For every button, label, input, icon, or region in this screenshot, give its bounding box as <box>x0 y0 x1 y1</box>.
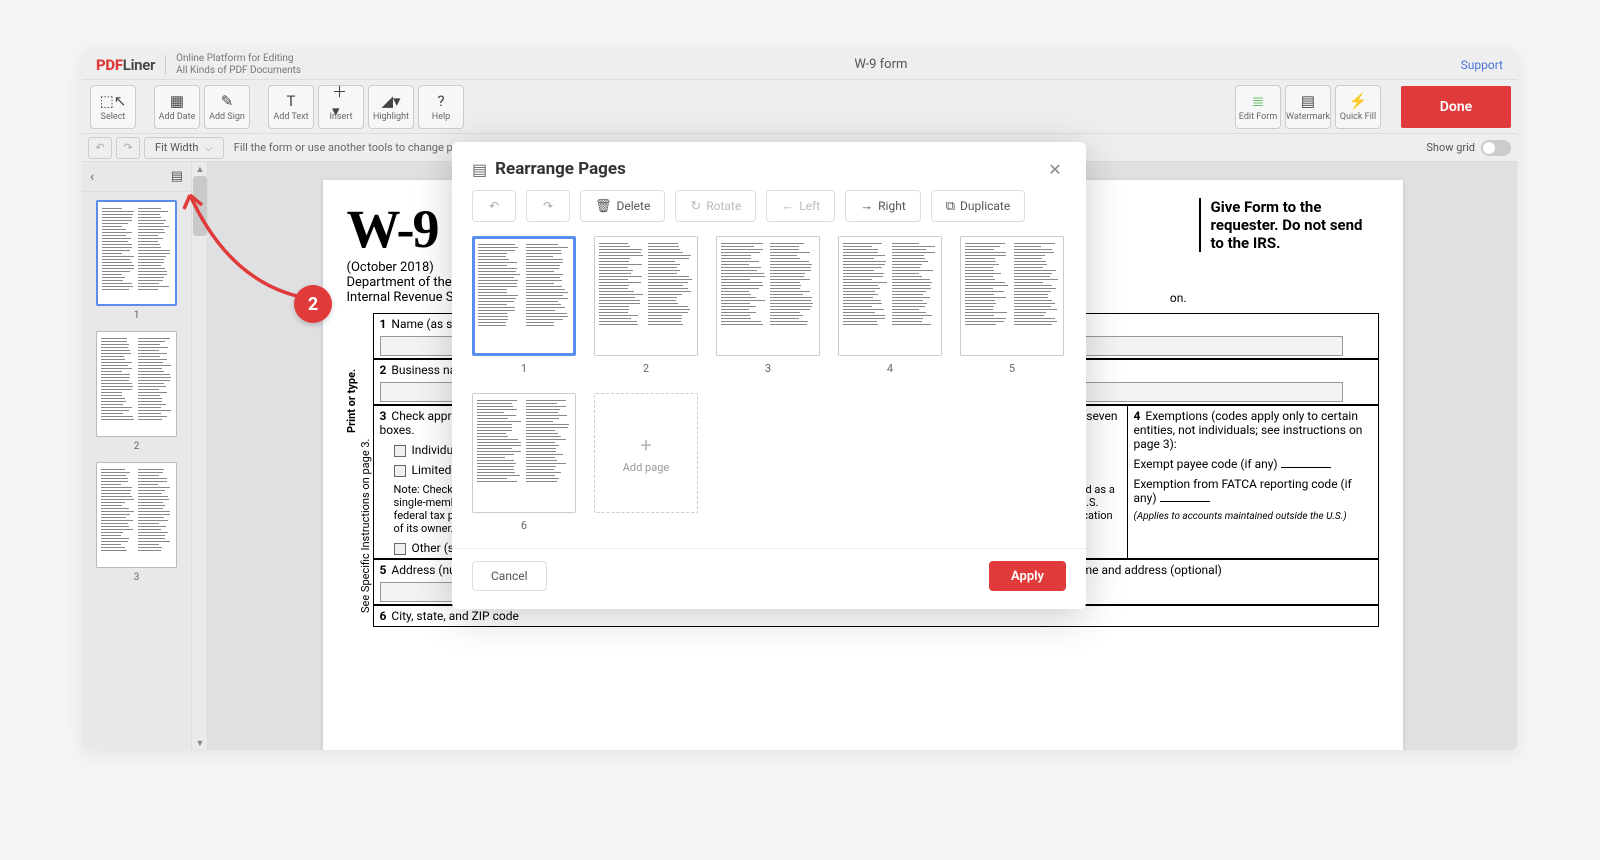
modal-toolbar: ↶ ↷ 🗑Delete ↻Rotate ←Left →Right ⧉Duplic… <box>452 190 1086 236</box>
rearrange-modal: ▤ Rearrange Pages ✕ ↶ ↷ 🗑Delete ↻Rotate … <box>452 142 1086 609</box>
thumbnail-number: 3 <box>96 572 177 583</box>
fatca-code-input[interactable] <box>1160 501 1210 502</box>
modal-footer: Cancel Apply <box>452 548 1086 609</box>
modal-title: Rearrange Pages <box>495 159 626 179</box>
add-page-label: Add page <box>623 461 669 474</box>
row4a: Exempt payee code (if any) <box>1134 457 1278 471</box>
signature-icon: ✎ <box>218 92 236 110</box>
thumbnail-scrollbar[interactable]: ▲ ▼ <box>192 162 208 750</box>
watermark-tool[interactable]: ▤Watermark <box>1285 85 1331 129</box>
rotate-icon: ↻ <box>690 199 701 214</box>
plus-icon: + <box>640 433 651 457</box>
modal-page-number: 3 <box>716 362 820 375</box>
thumbnail-page[interactable] <box>96 462 177 568</box>
thumbnail-number: 1 <box>96 310 177 321</box>
row4-label: Exemptions (codes apply only to certain … <box>1134 409 1363 451</box>
thumbnail-header: ‹ ▤ <box>82 162 191 192</box>
scroll-thumb-handle[interactable] <box>193 176 207 236</box>
callout-badge: 2 <box>294 285 332 323</box>
hint-text: Fill the form or use another tools to ch… <box>234 141 471 154</box>
row6-label: City, state, and ZIP code <box>391 609 518 623</box>
form-icon: ≣ <box>1249 92 1267 110</box>
help-tool[interactable]: ?Help <box>418 85 464 129</box>
thumbnail-list: 1 2 3 <box>82 192 191 750</box>
modal-page-thumb[interactable] <box>472 393 576 513</box>
trash-icon: 🗑 <box>595 199 612 214</box>
edit-form-tool[interactable]: ≣Edit Form <box>1235 85 1281 129</box>
thumbnail-page[interactable] <box>96 331 177 437</box>
arrow-right-icon: → <box>860 198 873 214</box>
text-icon: T <box>282 92 300 110</box>
arrow-left-icon: ← <box>781 198 794 214</box>
add-page-button[interactable]: + Add page <box>594 393 698 513</box>
plus-icon: ＋▾ <box>332 92 350 110</box>
thumbnail-number: 2 <box>96 441 177 452</box>
thumbnail-panel: ‹ ▤ 1 2 3 <box>82 162 192 750</box>
checkbox-llc[interactable] <box>394 465 406 477</box>
chevron-down-icon: ⌵ <box>204 141 212 155</box>
select-tool[interactable]: ⬚↖Select <box>90 85 136 129</box>
modal-undo[interactable]: ↶ <box>472 190 516 222</box>
highlight-tool[interactable]: ◢▾Highlight <box>368 85 414 129</box>
scroll-up-icon[interactable]: ▲ <box>192 162 208 176</box>
help-icon: ? <box>432 92 450 110</box>
form-instruction-box: Give Form to the requester. Do not send … <box>1199 198 1379 252</box>
brand-bar: PDFLiner Online Platform for EditingAll … <box>82 50 1517 80</box>
modal-page-thumb[interactable] <box>472 236 576 356</box>
quick-fill-tool[interactable]: ⚡Quick Fill <box>1335 85 1381 129</box>
delete-button[interactable]: 🗑Delete <box>580 190 665 222</box>
pages-icon[interactable]: ▤ <box>171 169 183 184</box>
scroll-down-icon[interactable]: ▼ <box>192 736 208 750</box>
brand-logo: PDFLiner <box>96 56 155 74</box>
close-icon[interactable]: ✕ <box>1044 158 1066 180</box>
highlight-icon: ◢▾ <box>382 92 400 110</box>
document-title: W-9 form <box>301 57 1461 72</box>
brand-subtitle: Online Platform for EditingAll Kinds of … <box>176 53 301 76</box>
thumbnail-page[interactable] <box>96 200 177 306</box>
duplicate-button[interactable]: ⧉Duplicate <box>931 190 1025 222</box>
redo-button[interactable]: ↷ <box>116 137 140 159</box>
modal-page-number: 5 <box>960 362 1064 375</box>
modal-page-number: 6 <box>472 519 576 532</box>
cursor-icon: ⬚↖ <box>104 92 122 110</box>
rotate-button[interactable]: ↻Rotate <box>675 190 756 222</box>
duplicate-icon: ⧉ <box>946 199 955 214</box>
side-label-1: Print or type. <box>345 369 358 433</box>
bolt-icon: ⚡ <box>1349 92 1367 110</box>
cancel-button[interactable]: Cancel <box>472 561 547 591</box>
pages-icon: ▤ <box>472 160 487 179</box>
fit-width-dropdown[interactable]: Fit Width ⌵ <box>144 137 224 159</box>
left-button[interactable]: ←Left <box>766 190 835 222</box>
chevron-left-icon[interactable]: ‹ <box>90 169 94 185</box>
modal-page-thumb[interactable] <box>716 236 820 356</box>
right-button[interactable]: →Right <box>845 190 921 222</box>
add-text-tool[interactable]: TAdd Text <box>268 85 314 129</box>
modal-page-number: 4 <box>838 362 942 375</box>
toggle-switch[interactable] <box>1481 140 1511 156</box>
modal-redo[interactable]: ↷ <box>526 190 570 222</box>
calendar-icon: ▦ <box>168 92 186 110</box>
modal-page-number: 2 <box>594 362 698 375</box>
checkbox-individual[interactable] <box>394 445 406 457</box>
checkbox-other[interactable] <box>394 543 406 555</box>
undo-button[interactable]: ↶ <box>88 137 112 159</box>
modal-page-thumb[interactable] <box>838 236 942 356</box>
add-date-tool[interactable]: ▦Add Date <box>154 85 200 129</box>
row4c: (Applies to accounts maintained outside … <box>1128 508 1378 525</box>
insert-tool[interactable]: ＋▾Insert <box>318 85 364 129</box>
done-button[interactable]: Done <box>1401 86 1511 128</box>
modal-page-number: 1 <box>472 362 576 375</box>
apply-button[interactable]: Apply <box>989 561 1066 591</box>
show-grid-toggle[interactable]: Show grid <box>1426 140 1511 156</box>
modal-header: ▤ Rearrange Pages ✕ <box>452 142 1086 190</box>
exempt-code-input[interactable] <box>1281 467 1331 468</box>
add-sign-tool[interactable]: ✎Add Sign <box>204 85 250 129</box>
watermark-icon: ▤ <box>1299 92 1317 110</box>
main-toolbar: ⬚↖Select ▦Add Date ✎Add Sign TAdd Text ＋… <box>82 80 1517 134</box>
side-label-2: See Specific Instructions on page 3. <box>359 439 372 613</box>
modal-page-thumb[interactable] <box>960 236 1064 356</box>
support-link[interactable]: Support <box>1461 58 1503 72</box>
page-grid: 1 2 3 4 5 6 + Add page <box>452 236 1086 542</box>
modal-page-thumb[interactable] <box>594 236 698 356</box>
